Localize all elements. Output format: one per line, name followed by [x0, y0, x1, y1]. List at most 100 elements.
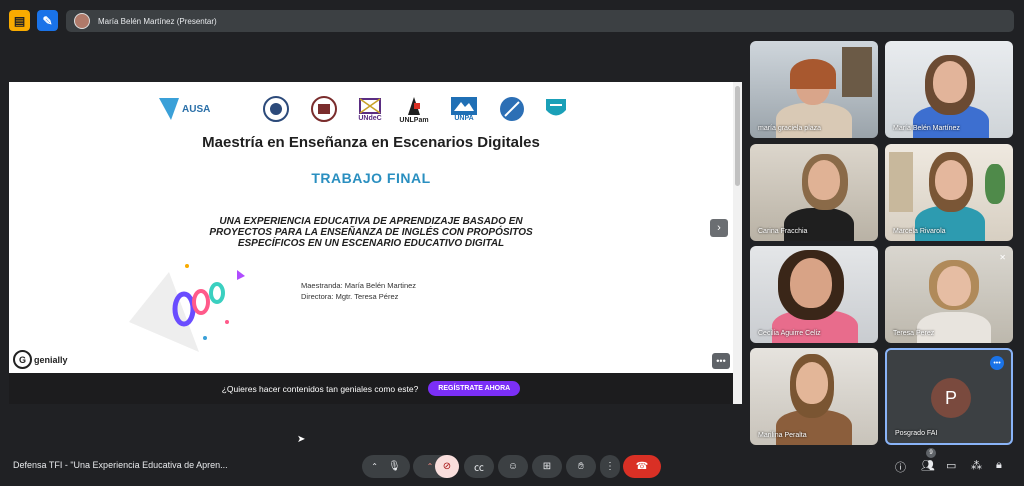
promo-banner: ¿Quieres hacer contenidos tan geniales c…: [9, 373, 733, 404]
unlpam-mark-icon: [408, 96, 420, 115]
stage-scrollbar[interactable]: [733, 82, 742, 404]
ausa-mark-icon: [159, 98, 179, 120]
mouse-cursor-icon: ➤: [297, 434, 306, 445]
camera-control[interactable]: ⌃ ⊘: [413, 455, 459, 478]
participant-avatar: P: [931, 378, 971, 418]
participant-name: Marcela Rivarola: [893, 228, 946, 235]
participant-name: Carina Fracchia: [758, 228, 808, 235]
presenter-banner[interactable]: María Belén Martínez (Presentar): [66, 10, 1014, 32]
participant-tile[interactable]: Cecilia Aguirre Celiz: [750, 246, 878, 343]
presentation-stage: AUSA UNdeC UNLPam UNPA Maestría en Enseñ…: [9, 82, 742, 404]
microphone-icon[interactable]: 🎙︎: [388, 461, 401, 472]
participant-face: [933, 61, 967, 103]
participant-name: María Belén Martínez: [893, 125, 960, 132]
host-controls-icon[interactable]: 🔒︎: [996, 459, 1002, 472]
presenter-avatar: [74, 13, 90, 29]
more-vertical-icon: ⋮: [605, 461, 615, 472]
university-seal-3: [497, 94, 527, 124]
background-shelf: [842, 47, 872, 97]
hand-icon: ✋︎: [578, 461, 584, 472]
background-shelf: [889, 152, 913, 212]
slide-next-button[interactable]: ›: [710, 219, 728, 237]
people-icon[interactable]: 👥︎: [921, 459, 935, 472]
scroll-thumb[interactable]: [735, 86, 740, 186]
seal-icon: [311, 96, 337, 122]
mic-muted-icon: ✕: [999, 253, 1006, 262]
participant-name: Posgrado FAI: [895, 430, 938, 437]
participant-body: [917, 312, 991, 343]
university-seal-4: [541, 94, 571, 124]
slide-subtitle: TRABAJO FINAL: [311, 170, 431, 186]
top-bar: ▤ ✎ María Belén Martínez (Presentar): [0, 0, 1024, 42]
present-button[interactable]: ⊞: [532, 455, 562, 478]
bottom-bar: Defensa TFI - "Una Experiencia Educativa…: [0, 446, 1024, 486]
university-seal-2: [309, 94, 339, 124]
undec-mark-icon: [359, 97, 381, 114]
participant-name: maría graciela plaza: [758, 125, 822, 132]
background-plant: [985, 164, 1005, 204]
university-seal-1: [261, 94, 291, 124]
captions-button[interactable]: ㏄: [464, 455, 494, 478]
slide: AUSA UNdeC UNLPam UNPA Maestría en Enseñ…: [9, 82, 733, 373]
activities-icon[interactable]: ⁂: [971, 459, 982, 472]
participant-hair: [790, 59, 836, 89]
slide-more-button[interactable]: •••: [712, 353, 730, 369]
meeting-title: Defensa TFI - "Una Experiencia Educativa…: [13, 460, 228, 470]
unpa-mark-icon: [451, 96, 477, 115]
participant-body: [776, 103, 852, 138]
emoji-icon: ☺: [507, 461, 519, 472]
promo-text: ¿Quieres hacer contenidos tan geniales c…: [221, 383, 419, 394]
participant-tile[interactable]: Marcela Rivarola: [885, 144, 1013, 241]
unlpam-logo: UNLPam: [397, 94, 431, 124]
tile-more-options-icon[interactable]: •••: [990, 356, 1004, 370]
participant-name: Teresa Perez: [893, 330, 935, 337]
participant-tile[interactable]: Marilina Peralta: [750, 348, 878, 445]
participant-body: [784, 208, 854, 241]
logos-row: AUSA UNdeC UNLPam UNPA: [159, 94, 579, 128]
more-options-button[interactable]: ⋮: [600, 455, 620, 478]
participant-tile[interactable]: Carina Fracchia: [750, 144, 878, 241]
participant-face: [935, 160, 967, 200]
meeting-info-icon[interactable]: ⓘ: [895, 459, 906, 475]
participant-face: [937, 266, 971, 306]
genially-g-icon: G: [13, 350, 32, 369]
participant-tile-active[interactable]: ••• P Posgrado FAI: [885, 348, 1013, 445]
author-line: Maestranda: María Belén Martinez: [301, 281, 417, 290]
raise-hand-button[interactable]: ✋︎: [566, 455, 596, 478]
participant-face: [790, 258, 832, 308]
pen-icon[interactable]: ✎: [37, 10, 58, 31]
slide-title: Maestría en Enseñanza en Escenarios Digi…: [202, 134, 540, 151]
slide-thesis-title: UNA EXPERIENCIA EDUCATIVA DE APRENDIZAJE…: [209, 216, 533, 249]
register-button[interactable]: REGÍSTRATE AHORA: [428, 381, 521, 396]
present-screen-icon: ⊞: [542, 461, 552, 472]
chevron-up-icon[interactable]: ⌃: [371, 462, 378, 471]
ausa-logo: AUSA: [159, 94, 245, 124]
director-line: Directora: Mgtr. Teresa Pérez: [301, 292, 399, 301]
slide-authors: Maestranda: María Belén Martinez Directo…: [301, 280, 416, 302]
captions-icon: ㏄: [474, 463, 484, 474]
hangup-icon: ☎︎: [635, 461, 649, 472]
whiteboard-icon[interactable]: ▤: [9, 10, 30, 31]
participant-tile[interactable]: María Belén Martínez: [885, 41, 1013, 138]
participant-tile[interactable]: maría graciela plaza: [750, 41, 878, 138]
participant-face: [796, 362, 828, 404]
undec-logo: UNdeC: [353, 94, 387, 124]
unpa-logo: UNPA: [449, 94, 479, 124]
camera-off-icon[interactable]: ⊘: [435, 455, 459, 478]
participant-face: [808, 160, 840, 200]
compass-seal-icon: [500, 97, 524, 121]
reactions-button[interactable]: ☺: [498, 455, 528, 478]
shield-seal-icon: [546, 99, 566, 116]
seal-icon: [263, 96, 289, 122]
participant-tile[interactable]: ✕ Teresa Perez: [885, 246, 1013, 343]
participant-name: Marilina Peralta: [758, 432, 807, 439]
leave-call-button[interactable]: ☎︎: [623, 455, 661, 478]
decorative-rings-graphic: [129, 264, 245, 352]
mic-control[interactable]: ⌃ 🎙︎: [362, 455, 410, 478]
genially-logo[interactable]: G genially: [13, 350, 68, 369]
participant-name: Cecilia Aguirre Celiz: [758, 330, 821, 337]
participant-count-badge: 9: [926, 448, 936, 458]
presenter-label: María Belén Martínez (Presentar): [98, 16, 217, 26]
chevron-up-icon[interactable]: ⌃: [427, 462, 434, 471]
chat-icon[interactable]: ▭: [946, 459, 956, 472]
